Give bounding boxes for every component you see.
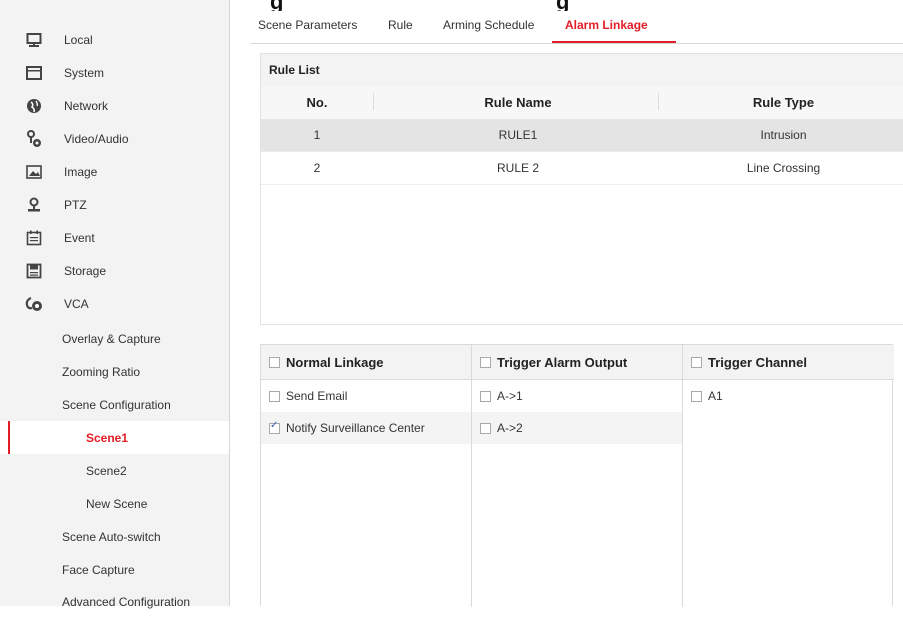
sidebar-subitem-label: Scene Auto-switch — [62, 529, 161, 544]
tab-bar: Scene Parameters Rule Arming Schedule Al… — [250, 11, 903, 44]
sidebar-item-label: Storage — [64, 263, 107, 278]
cell-rule-name: RULE1 — [498, 128, 538, 142]
alarm-output-a2-checkbox[interactable] — [480, 422, 491, 434]
column-header-label: Normal Linkage — [286, 354, 384, 370]
column-header-rule-name: Rule Name — [484, 95, 552, 110]
sidebar-nav: Local System Network Video/Audio Image P… — [0, 0, 230, 609]
cell-rule-name: RULE 2 — [496, 161, 540, 175]
column-header-label: Trigger Channel — [708, 354, 807, 370]
channel-a1-checkbox[interactable] — [691, 390, 702, 402]
system-icon — [25, 64, 43, 82]
image-icon — [25, 163, 43, 181]
normal-linkage-header[interactable]: Normal Linkage — [261, 345, 471, 380]
tab-rule[interactable]: Rule — [388, 18, 413, 32]
sidebar-subitem-label: Advanced Configuration — [62, 594, 191, 609]
sidebar-subitem-new-scene[interactable]: New Scene — [0, 487, 229, 520]
monitor-icon — [25, 31, 43, 49]
sidebar-item-label: PTZ — [64, 197, 87, 212]
table-row[interactable]: 2 RULE 2 Line Crossing — [261, 152, 903, 185]
sidebar-subitem-label: Scene Configuration — [62, 397, 171, 412]
heading-fragment-left: g — [270, 0, 283, 11]
cell-no: 1 — [313, 128, 321, 142]
linkage-option-a1[interactable]: A1 — [683, 380, 894, 412]
sidebar-subitem-label: Zooming Ratio — [62, 364, 141, 379]
sidebar-item-label: Network — [64, 98, 109, 113]
linkage-option-notify-surveillance-center[interactable]: Notify Surveillance Center — [261, 412, 471, 444]
option-label: A->1 — [497, 389, 523, 403]
active-tab-underline — [552, 41, 676, 43]
table-row[interactable]: 1 RULE1 Intrusion — [261, 119, 903, 152]
page-heading-cutoff: g g — [270, 0, 870, 11]
video-audio-icon — [25, 129, 43, 148]
sidebar-item-video-audio[interactable]: Video/Audio — [0, 122, 229, 155]
heading-fragment-right: g — [556, 0, 569, 11]
sidebar-item-label: VCA — [64, 296, 89, 311]
column-header-label: Trigger Alarm Output — [497, 354, 628, 370]
trigger-channel-select-all-checkbox[interactable] — [691, 356, 702, 368]
sidebar-subitem-zooming-ratio[interactable]: Zooming Ratio — [0, 355, 229, 388]
alarm-output-a1-checkbox[interactable] — [480, 390, 491, 402]
normal-linkage-column: Normal Linkage Send Email Notify Surveil… — [261, 345, 472, 607]
trigger-channel-column: Trigger Channel A1 — [683, 345, 894, 607]
sidebar-item-vca[interactable]: VCA — [0, 287, 229, 320]
option-label: Notify Surveillance Center — [286, 421, 425, 435]
sidebar-subitem-overlay-capture[interactable]: Overlay & Capture — [0, 322, 229, 355]
sidebar-subitem-scene2[interactable]: Scene2 — [0, 454, 229, 487]
sidebar-item-label: System — [64, 65, 105, 80]
sidebar-item-label: Image — [64, 164, 98, 179]
column-header-no: No. — [306, 95, 328, 110]
notify-surveillance-center-checkbox[interactable] — [269, 420, 280, 434]
cell-rule-type: Intrusion — [760, 128, 807, 142]
trigger-channel-header[interactable]: Trigger Channel — [683, 345, 894, 380]
tab-arming-schedule[interactable]: Arming Schedule — [443, 18, 534, 32]
column-divider — [658, 93, 659, 110]
rule-list-title: Rule List — [261, 54, 903, 87]
sidebar-subitem-scene-configuration[interactable]: Scene Configuration — [0, 388, 229, 421]
alarm-output-column: Trigger Alarm Output A->1 A->2 — [472, 345, 683, 607]
sidebar-subitem-scene-auto-switch[interactable]: Scene Auto-switch — [0, 520, 229, 553]
cell-no: 2 — [313, 161, 321, 175]
sidebar-item-image[interactable]: Image — [0, 155, 229, 188]
linkage-option-a-1[interactable]: A->1 — [472, 380, 682, 412]
rule-list-panel: Rule List No. Rule Name Rule Type 1 RULE… — [260, 53, 903, 325]
active-indicator — [8, 421, 10, 454]
network-globe-icon — [25, 97, 43, 115]
sidebar-subitem-label: Face Capture — [62, 562, 135, 577]
vca-icon — [25, 295, 43, 313]
sidebar-item-ptz[interactable]: PTZ — [0, 188, 229, 221]
sidebar-subitem-advanced-configuration[interactable]: Advanced Configuration — [0, 585, 229, 618]
sidebar-item-system[interactable]: System — [0, 56, 229, 89]
sidebar-subitem-label: Scene2 — [86, 463, 127, 478]
linkage-option-send-email[interactable]: Send Email — [261, 380, 471, 412]
tab-scene-parameters[interactable]: Scene Parameters — [258, 18, 357, 32]
option-label: Send Email — [286, 389, 348, 403]
trigger-alarm-output-header[interactable]: Trigger Alarm Output — [472, 345, 682, 380]
linkage-option-a-2[interactable]: A->2 — [472, 412, 682, 444]
sidebar-subitem-scene1[interactable]: Scene1 — [0, 421, 229, 454]
linkage-table: Normal Linkage Send Email Notify Surveil… — [260, 344, 894, 607]
sidebar-item-local[interactable]: Local — [0, 23, 229, 56]
sidebar-item-storage[interactable]: Storage — [0, 254, 229, 287]
tab-alarm-linkage[interactable]: Alarm Linkage — [565, 18, 648, 32]
sidebar-subitem-label: Overlay & Capture — [62, 331, 161, 346]
storage-icon — [25, 262, 43, 280]
rule-list-header: No. Rule Name Rule Type — [261, 87, 903, 119]
ptz-icon — [25, 196, 43, 214]
sidebar-item-event[interactable]: Event — [0, 221, 229, 254]
sidebar-subitem-label: Scene1 — [86, 430, 129, 445]
option-label: A1 — [708, 389, 723, 403]
send-email-checkbox[interactable] — [269, 390, 280, 402]
event-calendar-icon — [25, 229, 43, 247]
cell-rule-type: Line Crossing — [746, 161, 821, 175]
trigger-alarm-output-select-all-checkbox[interactable] — [480, 356, 491, 368]
sidebar-item-network[interactable]: Network — [0, 89, 229, 122]
normal-linkage-select-all-checkbox[interactable] — [269, 356, 280, 368]
sidebar-item-label: Event — [64, 230, 95, 245]
sidebar-subitem-label: New Scene — [86, 496, 148, 511]
sidebar-item-label: Video/Audio — [64, 131, 129, 146]
column-header-rule-type: Rule Type — [752, 95, 815, 110]
option-label: A->2 — [497, 421, 523, 435]
sidebar-subitem-face-capture[interactable]: Face Capture — [0, 553, 229, 586]
sidebar-item-label: Local — [64, 32, 93, 47]
